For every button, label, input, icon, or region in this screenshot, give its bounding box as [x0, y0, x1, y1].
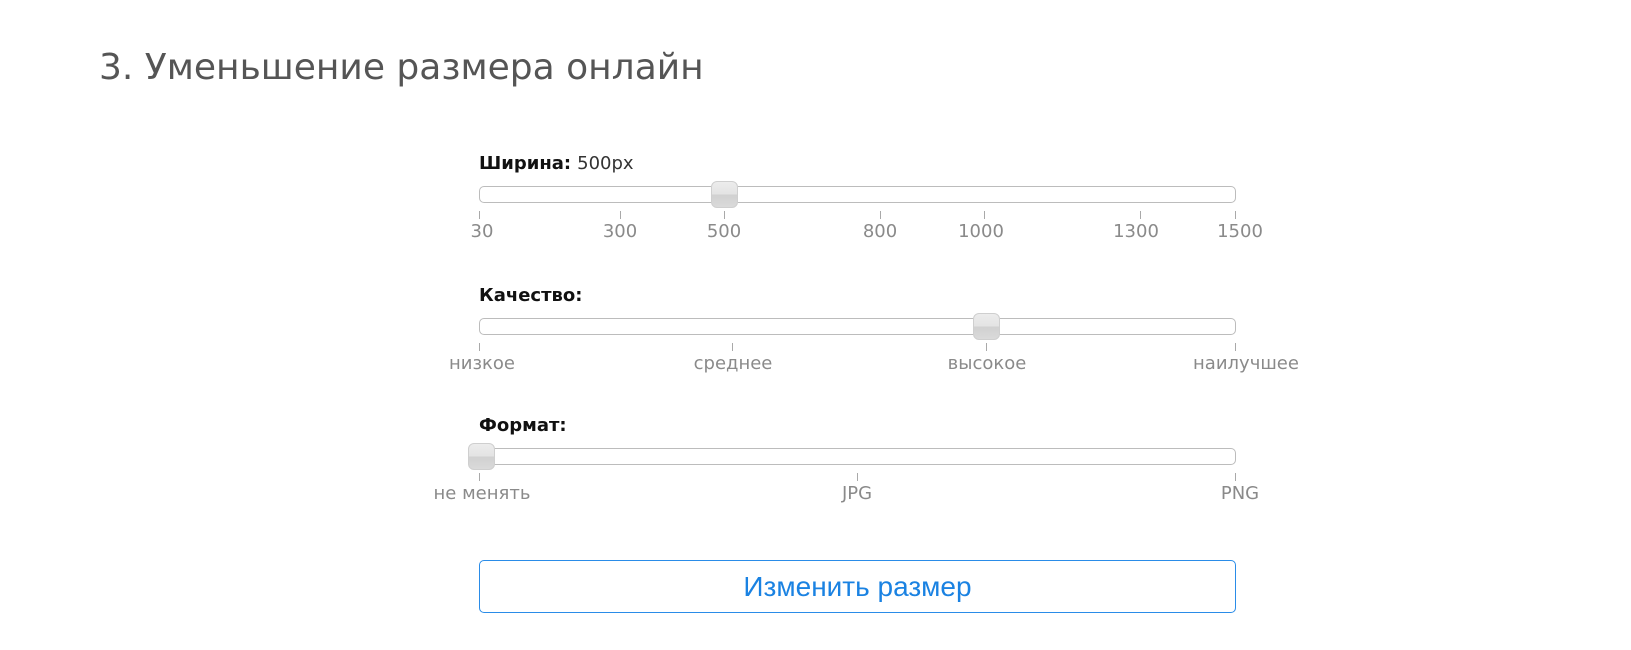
width-tick-label: 800	[862, 221, 898, 242]
resize-button[interactable]: Изменить размер	[479, 560, 1236, 613]
format-label: Формат:	[479, 415, 567, 437]
quality-tick	[479, 343, 480, 351]
format-tick	[479, 473, 480, 481]
width-tick	[984, 211, 985, 219]
width-tick	[724, 211, 725, 219]
quality-tick-label: среднее	[693, 353, 773, 374]
quality-label-name: Качество:	[479, 285, 583, 306]
quality-tick-label: наилучшее	[1193, 353, 1299, 374]
width-label: Ширина: 500px	[479, 153, 634, 175]
width-tick-label: 1500	[1217, 221, 1263, 242]
width-slider-block: Ширина: 500px 30 300 500 800 1000 1300 15…	[0, 153, 1631, 263]
format-tick	[1235, 473, 1236, 481]
width-tick	[479, 211, 480, 219]
quality-tick	[732, 343, 733, 351]
width-tick	[1140, 211, 1141, 219]
width-tick-label: 30	[470, 221, 494, 242]
format-tick-label: JPG	[841, 483, 873, 504]
width-value: 500px	[577, 153, 634, 174]
quality-slider-handle[interactable]	[973, 313, 1000, 340]
width-tick-label: 500	[706, 221, 742, 242]
quality-label: Качество:	[479, 285, 582, 307]
format-tick-label: PNG	[1220, 483, 1260, 504]
format-slider-handle[interactable]	[468, 443, 495, 470]
width-slider-track[interactable]	[479, 186, 1236, 203]
format-slider-track[interactable]	[479, 448, 1236, 465]
format-slider-block: Формат: не менять JPG PNG	[0, 415, 1631, 525]
resize-form: Ширина: 500px 30 300 500 800 1000 1300 15…	[0, 0, 1631, 650]
format-tick-label: не менять	[433, 483, 531, 504]
width-tick-label: 1000	[958, 221, 1004, 242]
width-tick-label: 300	[602, 221, 638, 242]
quality-tick	[986, 343, 987, 351]
quality-tick-label: низкое	[449, 353, 515, 374]
format-label-name: Формат:	[479, 415, 567, 436]
width-label-name: Ширина:	[479, 153, 572, 174]
quality-tick-label: высокое	[947, 353, 1027, 374]
width-tick	[880, 211, 881, 219]
quality-slider-block: Качество: низкое среднее высокое наилучш…	[0, 285, 1631, 395]
width-tick	[620, 211, 621, 219]
quality-slider-track[interactable]	[479, 318, 1236, 335]
width-slider-handle[interactable]	[711, 181, 738, 208]
format-tick	[857, 473, 858, 481]
width-tick	[1235, 211, 1236, 219]
width-tick-label: 1300	[1113, 221, 1159, 242]
quality-tick	[1235, 343, 1236, 351]
